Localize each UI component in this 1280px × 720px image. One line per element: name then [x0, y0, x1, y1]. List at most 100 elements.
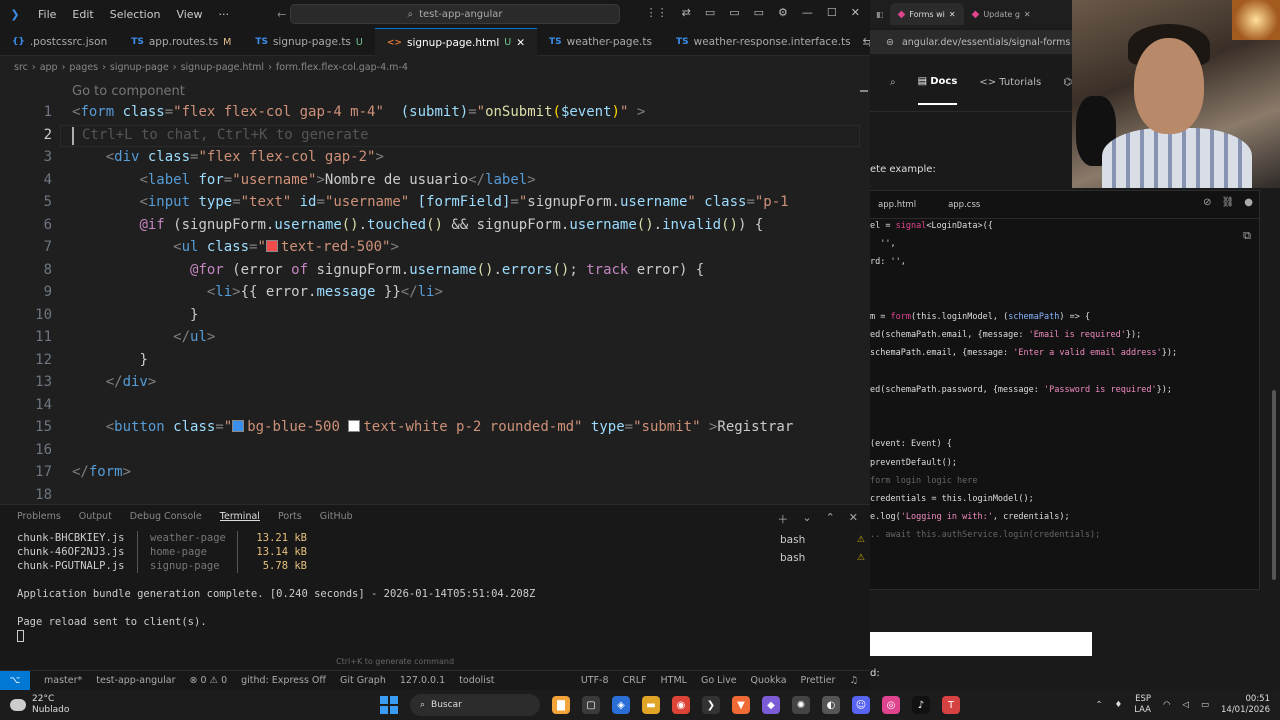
close-tab-icon[interactable]: ✕	[949, 10, 956, 19]
chevron-down-icon[interactable]: ⌄	[802, 511, 811, 527]
clock[interactable]: 00:51 14/01/2026	[1221, 694, 1270, 716]
terminal-instance[interactable]: bash ⚠	[780, 531, 865, 549]
status-item[interactable]: Prettier	[801, 675, 836, 686]
breadcrumb-item[interactable]: form.flex.flex-col.gap-4.m-4	[276, 62, 408, 73]
unlink-icon[interactable]: ⊘	[1203, 197, 1211, 208]
task-view-icon[interactable]: ▢	[582, 696, 600, 714]
panel-tab-output[interactable]: Output	[79, 511, 112, 522]
discord-icon[interactable]: ☺	[852, 696, 870, 714]
codelens-go-to-component[interactable]: Go to component	[72, 84, 185, 99]
close-icon[interactable]: ✕	[851, 6, 860, 19]
vscode-app-icon[interactable]: ◆	[762, 696, 780, 714]
search-icon[interactable]: ⌕	[890, 77, 896, 88]
browser-tab-forms[interactable]: ◆ Forms wi ✕	[889, 3, 964, 25]
brave-icon[interactable]: ▼	[732, 696, 750, 714]
terminal-output[interactable]: chunk-BHCBKIEY.js weather-page 13.21 kB chu…	[17, 531, 757, 642]
status-item[interactable]: githd: Express Off	[241, 675, 326, 686]
page-scrollbar[interactable]	[1272, 390, 1276, 580]
browser-tab-update[interactable]: ◆ Update g ✕	[964, 3, 1039, 25]
editor-tab[interactable]: <> signup-page.html U ✕	[374, 28, 538, 56]
chrome-icon[interactable]: ◉	[672, 696, 690, 714]
command-center[interactable]: ⌕ test-app-angular	[290, 4, 620, 24]
breadcrumb-item[interactable]: signup-page.html	[181, 62, 265, 73]
editor-tab[interactable]: {} .postcssrc.json	[0, 28, 119, 56]
code-tab-html[interactable]: app.html	[878, 200, 916, 210]
panel-tab-ports[interactable]: Ports	[278, 511, 302, 522]
terminal-icon[interactable]: ❯	[702, 696, 720, 714]
back-arrow-icon[interactable]: ←	[277, 8, 286, 21]
volume-icon[interactable]: ◁	[1182, 700, 1189, 710]
folder-icon[interactable]: ▇	[552, 696, 570, 714]
link-icon[interactable]: ⛓	[1222, 197, 1235, 208]
status-item[interactable]: ⊗ 0 ⚠ 0	[190, 675, 228, 686]
status-item[interactable]: Git Graph	[340, 675, 386, 686]
maximize-icon[interactable]: ☐	[827, 6, 837, 19]
weather-widget[interactable]: 22°C Nublado	[0, 694, 200, 716]
tiktok-icon[interactable]: ♪	[912, 696, 930, 714]
status-item[interactable]: todolist	[459, 675, 494, 686]
copilot-icon[interactable]: ◈	[612, 696, 630, 714]
close-tab-icon[interactable]: ✕	[516, 37, 525, 49]
menu-item[interactable]: Edit	[72, 8, 93, 21]
copy-icon[interactable]: ⧉	[1243, 229, 1251, 243]
file-explorer-icon[interactable]: ▬	[642, 696, 660, 714]
language-indicator[interactable]: ESP LAA	[1134, 694, 1151, 716]
add-terminal-icon[interactable]: ＋	[777, 511, 788, 527]
menu-item[interactable]: File	[38, 8, 56, 21]
breadcrumb-item[interactable]: pages	[69, 62, 98, 73]
openai-icon[interactable]: ✺	[792, 696, 810, 714]
status-item[interactable]: CRLF	[623, 675, 647, 686]
nav-docs[interactable]: ▤ Docs	[917, 76, 958, 105]
site-info-icon[interactable]: ⊜	[886, 37, 894, 48]
remote-icon[interactable]: ⌥	[0, 670, 30, 691]
github-icon[interactable]: ●	[1244, 197, 1253, 208]
panel-right-icon[interactable]: ▭	[754, 6, 764, 19]
breadcrumb-item[interactable]: src	[14, 62, 28, 73]
typescript-icon[interactable]: T	[942, 696, 960, 714]
panel-tab-problems[interactable]: Problems	[17, 511, 61, 522]
panel-tab-debug-console[interactable]: Debug Console	[130, 511, 202, 522]
instagram-icon[interactable]: ◎	[882, 696, 900, 714]
windows-start-icon[interactable]	[380, 696, 398, 714]
code-tab-css[interactable]: app.css	[948, 200, 980, 210]
panel-bottom-icon[interactable]: ▭	[729, 6, 739, 19]
nav-tutorials[interactable]: <> Tutorials	[979, 77, 1041, 88]
wifi-icon[interactable]: ◠	[1163, 700, 1170, 710]
panel-tab-terminal[interactable]: Terminal	[219, 511, 260, 522]
sync-icon[interactable]: ⇄	[682, 6, 691, 19]
status-item[interactable]: 127.0.0.1	[400, 675, 445, 686]
terminal-instance[interactable]: bash ⚠	[780, 549, 865, 567]
status-item[interactable]: Go Live	[701, 675, 737, 686]
tab-scroll-icon[interactable]: ◧	[870, 10, 890, 19]
editor-tab[interactable]: TS signup-page.ts U	[243, 28, 375, 56]
layout-icon[interactable]: ⋮⋮	[646, 6, 668, 19]
battery-icon[interactable]: ▭	[1201, 700, 1209, 710]
menu-item[interactable]: View	[176, 8, 202, 21]
breadcrumb-item[interactable]: app	[40, 62, 58, 73]
panel-tab-github[interactable]: GitHub	[320, 511, 353, 522]
chevron-up-icon[interactable]: ⌃	[1095, 700, 1102, 710]
editor-tab[interactable]: TS app.routes.ts M	[119, 28, 243, 56]
code-editor[interactable]: Go to component 1 <form class="flex flex-…	[0, 80, 870, 500]
github-desktop-icon[interactable]: ◐	[822, 696, 840, 714]
status-item[interactable]: Quokka	[751, 675, 787, 686]
status-item[interactable]: HTML	[661, 675, 687, 686]
panel-left-icon[interactable]: ▭	[705, 6, 715, 19]
status-item[interactable]: master*	[44, 675, 82, 686]
maximize-panel-icon[interactable]: ⌃	[826, 511, 835, 527]
gear-icon[interactable]: ⚙	[778, 6, 788, 19]
demo-input[interactable]	[870, 632, 1092, 656]
breadcrumb-item[interactable]: signup-page	[110, 62, 169, 73]
minimize-icon[interactable]: —	[802, 6, 813, 19]
microphone-icon[interactable]: ♦	[1115, 700, 1123, 710]
close-tab-icon[interactable]: ✕	[1024, 10, 1031, 19]
editor-tab[interactable]: TS weather-response.interface.ts	[664, 28, 863, 56]
close-panel-icon[interactable]: ✕	[849, 511, 858, 527]
menu-item[interactable]: ···	[219, 8, 230, 21]
bell-icon[interactable]: ♫	[849, 675, 858, 686]
status-item[interactable]: test-app-angular	[96, 675, 175, 686]
menu-item[interactable]: Selection	[110, 8, 161, 21]
status-item[interactable]: UTF-8	[581, 675, 609, 686]
taskbar-search[interactable]: ⌕ Buscar	[410, 694, 540, 716]
editor-tab[interactable]: TS weather-page.ts	[537, 28, 664, 56]
